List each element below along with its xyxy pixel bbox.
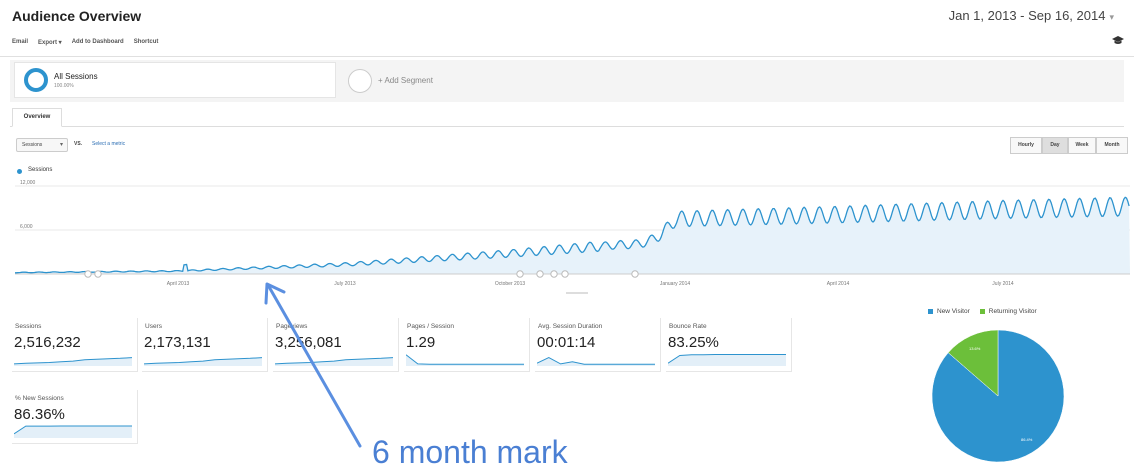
- sparkline: [668, 354, 786, 366]
- metric-value: 86.36%: [14, 406, 65, 423]
- shortcut-button[interactable]: Shortcut: [134, 39, 159, 46]
- sparkline: [14, 357, 132, 366]
- metric-label: Avg. Session Duration: [538, 323, 603, 330]
- sparkline: [537, 357, 655, 366]
- sessions-chart[interactable]: 12,000 6,000 April 2013 July 2013 Octobe…: [0, 150, 1134, 300]
- pie-legend-label: New Visitor: [937, 308, 970, 315]
- segment-ring-icon: [24, 68, 48, 92]
- pie-legend-label: Returning Visitor: [988, 308, 1037, 315]
- legend-swatch: [928, 308, 933, 314]
- sessions-area: [15, 197, 1130, 274]
- metric-tile-users[interactable]: Users 2,173,131: [142, 318, 268, 372]
- segment-label: All Sessions: [54, 72, 98, 81]
- annotation-marker[interactable]: [631, 270, 639, 278]
- add-to-dashboard-button[interactable]: Add to Dashboard: [72, 39, 124, 46]
- annotation-text: 6 month mark: [372, 434, 568, 470]
- x-tick-label: April 2014: [827, 281, 850, 287]
- metric-label: Sessions: [15, 323, 42, 330]
- sparkline-line: [406, 354, 524, 365]
- chart-resize-handle[interactable]: [566, 292, 588, 294]
- pie-slice-label-new: 86.4%: [1021, 437, 1033, 442]
- metric-label: Pages / Session: [407, 323, 454, 330]
- sparkline-area: [14, 426, 132, 438]
- metric-label: Bounce Rate: [669, 323, 707, 330]
- annotation-marker[interactable]: [536, 270, 544, 278]
- metric-value: 3,256,081: [275, 334, 342, 351]
- y-tick-label: 12,000: [20, 180, 36, 186]
- metric-tile-new-sessions[interactable]: % New Sessions 86.36%: [12, 390, 138, 444]
- annotation-marker[interactable]: [561, 270, 569, 278]
- select-metric-link[interactable]: Select a metric: [92, 141, 125, 147]
- legend-swatch: [979, 308, 985, 314]
- pie-legend-item[interactable]: New Visitor: [928, 308, 970, 315]
- metric-value: 1.29: [406, 334, 436, 351]
- metric-tile-sessions[interactable]: Sessions 2,516,232: [12, 318, 138, 372]
- header-divider: [0, 56, 1134, 57]
- graduation-cap-icon[interactable]: [1112, 36, 1124, 49]
- sparkline: [14, 425, 132, 438]
- sparkline: [406, 354, 524, 366]
- y-tick-label: 6,000: [20, 224, 33, 230]
- annotation-marker[interactable]: [94, 270, 102, 278]
- x-tick-label: October 2013: [495, 281, 526, 287]
- tab-divider: [10, 126, 1124, 127]
- x-tick-label: April 2013: [167, 281, 190, 287]
- metric-value: 83.25%: [668, 334, 719, 351]
- pie-slice-label-returning: 13.6%: [969, 346, 981, 351]
- pie-legend: New Visitor Returning Visitor: [928, 308, 1037, 315]
- metric-tile-avg-session-duration[interactable]: Avg. Session Duration 00:01:14: [535, 318, 661, 372]
- metric-value: 2,516,232: [14, 334, 81, 351]
- report-toolbar: Email Export ▾ Add to Dashboard Shortcut: [12, 39, 158, 46]
- page-title: Audience Overview: [12, 8, 142, 24]
- x-tick-label: July 2014: [992, 281, 1014, 287]
- sparkline: [144, 357, 262, 366]
- sparkline: [275, 357, 393, 366]
- x-tick-label: July 2013: [334, 281, 356, 287]
- add-segment-button[interactable]: + Add Segment: [378, 76, 433, 85]
- metric-value: 00:01:14: [537, 334, 596, 351]
- sparkline-area: [668, 354, 786, 366]
- chevron-down-icon: ▾: [1109, 12, 1114, 22]
- metric-label: Pageviews: [276, 323, 308, 330]
- annotation-marker[interactable]: [550, 270, 558, 278]
- segment-percent: 100.00%: [54, 83, 74, 89]
- metric-tile-pages-per-session[interactable]: Pages / Session 1.29: [404, 318, 530, 372]
- metric-label: Users: [145, 323, 162, 330]
- tab-overview[interactable]: Overview: [12, 108, 62, 127]
- metric-label: % New Sessions: [15, 395, 64, 402]
- export-button[interactable]: Export ▾: [38, 39, 62, 46]
- visitor-type-pie-chart[interactable]: 86.4% 13.6%: [930, 328, 1066, 464]
- email-button[interactable]: Email: [12, 39, 28, 46]
- metric-tile-bounce-rate[interactable]: Bounce Rate 83.25%: [666, 318, 792, 372]
- annotation-marker[interactable]: [516, 270, 524, 278]
- vs-label: VS.: [74, 141, 83, 147]
- add-segment-circle-icon[interactable]: [348, 69, 372, 93]
- annotation-marker[interactable]: [84, 270, 92, 278]
- pie-legend-item[interactable]: Returning Visitor: [979, 308, 1037, 315]
- metric-select-value: Sessions: [22, 142, 43, 148]
- metric-value: 2,173,131: [144, 334, 211, 351]
- date-range-selector[interactable]: Jan 1, 2013 - Sep 16, 2014 ▾: [949, 8, 1114, 23]
- date-range-text: Jan 1, 2013 - Sep 16, 2014: [948, 8, 1106, 23]
- x-tick-label: January 2014: [660, 281, 691, 287]
- metric-tile-pageviews[interactable]: Pageviews 3,256,081: [273, 318, 399, 372]
